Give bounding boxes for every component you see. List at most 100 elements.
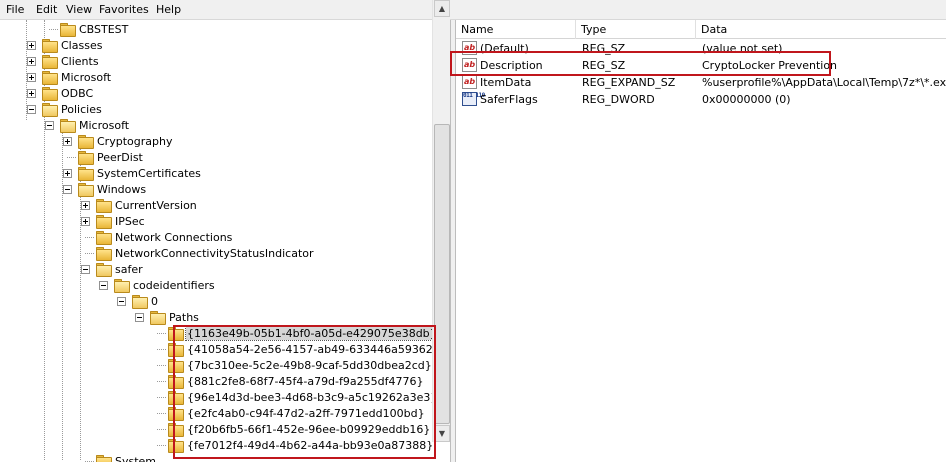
menu-help[interactable]: Help: [156, 3, 181, 16]
tree-node-label[interactable]: Microsoft: [78, 119, 130, 132]
tree-node-label[interactable]: {96e14d3d-bee3-4d68-b3c9-a5c19262a3e3}: [186, 391, 438, 404]
menu-view[interactable]: View: [66, 3, 92, 16]
expand-icon[interactable]: [81, 217, 90, 226]
tree-node[interactable]: NetworkConnectivityStatusIndicator: [0, 246, 430, 262]
tree-node[interactable]: System: [0, 454, 430, 462]
value-row[interactable]: ab ItemData REG_EXPAND_SZ %userprofile%\App…: [456, 74, 946, 91]
tree-node[interactable]: CBSTEST: [0, 22, 430, 38]
tree-node[interactable]: Cryptography: [0, 134, 430, 150]
tree-node-label[interactable]: Cryptography: [96, 135, 173, 148]
tree-node-label[interactable]: CBSTEST: [78, 23, 129, 36]
tree-node[interactable]: {41058a54-2e56-4157-ab49-633446a59362}: [0, 342, 440, 358]
expand-icon[interactable]: [27, 57, 36, 66]
tree-node-label[interactable]: codeidentifiers: [132, 279, 216, 292]
tree-node-label[interactable]: Policies: [60, 103, 103, 116]
menu-file[interactable]: File: [6, 3, 24, 16]
value-row[interactable]: ab Description REG_SZ CryptoLocker Preventi…: [456, 57, 946, 74]
collapse-icon[interactable]: [63, 185, 72, 194]
scroll-up-icon[interactable]: ▲: [434, 0, 450, 17]
expand-icon[interactable]: [63, 169, 72, 178]
value-row[interactable]: ab (Default) REG_SZ (value not set): [456, 40, 946, 57]
expand-icon[interactable]: [27, 41, 36, 50]
tree-node-label[interactable]: PeerDist: [96, 151, 144, 164]
tree-node[interactable]: Classes: [0, 38, 430, 54]
menu-favorites[interactable]: Favorites: [99, 3, 149, 16]
tree-node-label[interactable]: Paths: [168, 311, 200, 324]
expand-icon[interactable]: [81, 201, 90, 210]
tree-node[interactable]: {7bc310ee-5c2e-49b8-9caf-5dd30dbea2cd}: [0, 358, 433, 374]
tree-node-label[interactable]: {e2fc4ab0-c94f-47d2-a2ff-7971edd100bd}: [186, 407, 426, 420]
tree-node[interactable]: {881c2fe8-68f7-45f4-a79d-f9a255df4776}: [0, 374, 430, 390]
tree-node-label[interactable]: Microsoft: [60, 71, 112, 84]
tree-node[interactable]: {1163e49b-05b1-4bf0-a05d-e429075e38db}: [0, 326, 439, 342]
tree-node-label[interactable]: {f20b6fb5-66f1-452e-96ee-b09929eddb16}: [186, 423, 431, 436]
tree-node[interactable]: {fe7012f4-49d4-4b62-a44a-bb93e0a87388}: [0, 438, 433, 454]
tree-node[interactable]: SystemCertificates: [0, 166, 430, 182]
tree-node-label[interactable]: {fe7012f4-49d4-4b62-a44a-bb93e0a87388}: [186, 439, 434, 452]
folder-icon: [168, 423, 184, 437]
tree-node[interactable]: Windows: [0, 182, 430, 198]
collapse-icon[interactable]: [135, 313, 144, 322]
tree-node-label[interactable]: {881c2fe8-68f7-45f4-a79d-f9a255df4776}: [186, 375, 424, 388]
tree-node-label[interactable]: {1163e49b-05b1-4bf0-a05d-e429075e38db}: [185, 326, 439, 341]
folder-icon: [168, 439, 184, 453]
value-name: (Default): [480, 42, 529, 55]
tree-node-label[interactable]: CurrentVersion: [114, 199, 198, 212]
collapse-icon[interactable]: [117, 297, 126, 306]
registry-value-list[interactable]: Name Type Data ab (Default) REG_SZ (value n…: [456, 20, 946, 462]
tree-node[interactable]: Network Connections: [0, 230, 430, 246]
expand-icon[interactable]: [27, 89, 36, 98]
value-type: REG_DWORD: [582, 93, 655, 106]
list-header: Name Type Data: [456, 20, 946, 39]
tree-node[interactable]: 0: [0, 294, 430, 310]
tree-node-label[interactable]: NetworkConnectivityStatusIndicator: [114, 247, 315, 260]
tree-node[interactable]: IPSec: [0, 214, 430, 230]
tree-node-label[interactable]: 0: [150, 295, 159, 308]
tree-node[interactable]: Microsoft: [0, 118, 430, 134]
tree-node-label[interactable]: {7bc310ee-5c2e-49b8-9caf-5dd30dbea2cd}: [186, 359, 433, 372]
tree-connector: [157, 333, 166, 334]
tree-node[interactable]: {f20b6fb5-66f1-452e-96ee-b09929eddb16}: [0, 422, 430, 438]
tree-node-label[interactable]: Network Connections: [114, 231, 233, 244]
column-header-data[interactable]: Data: [696, 20, 946, 39]
tree-node-label[interactable]: SystemCertificates: [96, 167, 202, 180]
registry-key-tree[interactable]: CBSTEST Classes Clients Microsoft ODBC Polici…: [0, 20, 450, 462]
folder-icon: [168, 407, 184, 421]
tree-node[interactable]: Clients: [0, 54, 430, 70]
collapse-icon[interactable]: [45, 121, 54, 130]
tree-vertical-scrollbar[interactable]: ▲ ▼: [432, 0, 450, 442]
value-row[interactable]: 011 110 SaferFlags REG_DWORD 0x00000000 (0): [456, 91, 946, 108]
tree-node[interactable]: {e2fc4ab0-c94f-47d2-a2ff-7971edd100bd}: [0, 406, 430, 422]
value-name: ItemData: [480, 76, 532, 89]
tree-node-label[interactable]: Clients: [60, 55, 100, 68]
tree-node[interactable]: Microsoft: [0, 70, 430, 86]
tree-node-label[interactable]: ODBC: [60, 87, 94, 100]
column-header-name[interactable]: Name: [456, 20, 576, 39]
tree-node-label[interactable]: safer: [114, 263, 144, 276]
menu-edit[interactable]: Edit: [36, 3, 57, 16]
folder-icon: [42, 55, 58, 69]
tree-node[interactable]: ODBC: [0, 86, 430, 102]
expand-icon[interactable]: [27, 73, 36, 82]
tree-node[interactable]: Policies: [0, 102, 430, 118]
value-name: Description: [480, 59, 543, 72]
tree-node-label[interactable]: Windows: [96, 183, 147, 196]
tree-node[interactable]: Paths: [0, 310, 430, 326]
column-header-type[interactable]: Type: [576, 20, 696, 39]
tree-node[interactable]: safer: [0, 262, 430, 278]
tree-node[interactable]: codeidentifiers: [0, 278, 430, 294]
tree-node-label[interactable]: IPSec: [114, 215, 146, 228]
folder-icon: [42, 103, 58, 117]
tree-node-label[interactable]: System: [114, 455, 157, 462]
expand-icon[interactable]: [63, 137, 72, 146]
scrollbar-thumb[interactable]: [434, 124, 450, 424]
collapse-icon[interactable]: [81, 265, 90, 274]
scroll-down-icon[interactable]: ▼: [434, 425, 450, 442]
tree-node[interactable]: PeerDist: [0, 150, 430, 166]
tree-node[interactable]: CurrentVersion: [0, 198, 430, 214]
tree-node-label[interactable]: {41058a54-2e56-4157-ab49-633446a59362}: [186, 343, 441, 356]
collapse-icon[interactable]: [27, 105, 36, 114]
tree-node[interactable]: {96e14d3d-bee3-4d68-b3c9-a5c19262a3e3}: [0, 390, 437, 406]
collapse-icon[interactable]: [99, 281, 108, 290]
tree-node-label[interactable]: Classes: [60, 39, 103, 52]
